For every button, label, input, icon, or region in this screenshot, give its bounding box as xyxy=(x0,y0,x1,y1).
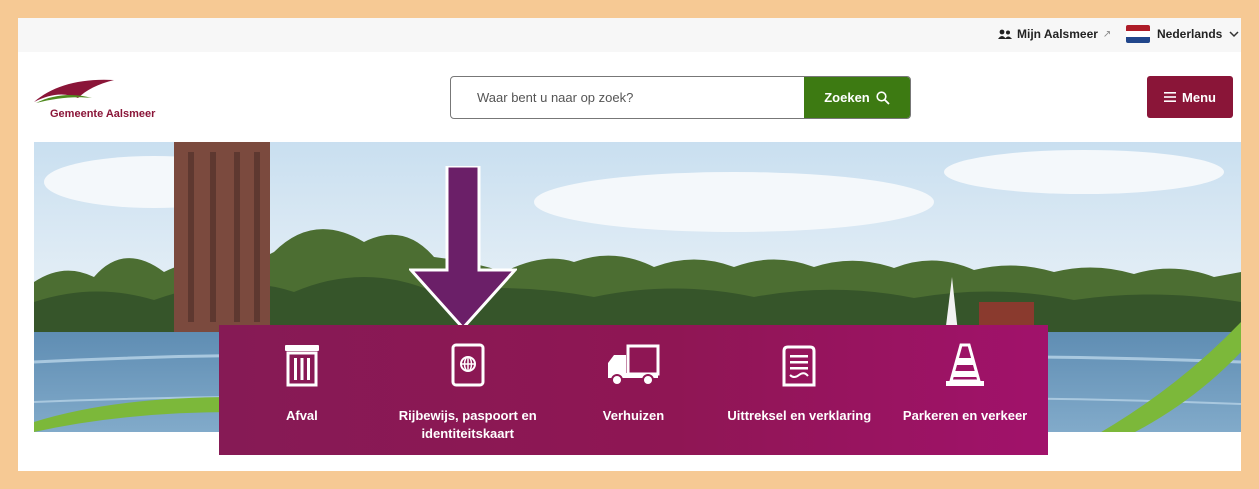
search-button[interactable]: Zoeken xyxy=(804,77,910,118)
trash-bin-icon xyxy=(284,345,319,387)
tile-verhuizen[interactable]: Verhuizen xyxy=(551,325,717,455)
search-input[interactable] xyxy=(451,77,804,118)
logo-text: Gemeente Aalsmeer xyxy=(50,108,156,120)
search-bar: Zoeken xyxy=(450,76,911,119)
passport-icon xyxy=(451,343,485,387)
users-icon xyxy=(998,29,1012,39)
tile-label: Verhuizen xyxy=(602,408,665,423)
top-utility-bar: Mijn Aalsmeer ↗ Nederlands xyxy=(18,18,1241,52)
language-label: Nederlands xyxy=(1157,27,1223,41)
page-frame: Mijn Aalsmeer ↗ Nederlands Gemeente Aals… xyxy=(18,18,1241,471)
tile-label: Rijbewijs, paspoort en identiteitskaart xyxy=(398,408,537,441)
bird-logo-icon xyxy=(34,79,114,103)
mijn-aalsmeer-label: Mijn Aalsmeer xyxy=(1017,27,1098,41)
tile-uittreksel[interactable]: Uittreksel en verklaring xyxy=(716,325,882,455)
gemeente-logo[interactable]: Gemeente Aalsmeer xyxy=(34,76,184,124)
tile-label: Parkeren en verkeer xyxy=(902,408,1028,423)
tile-label: Uittreksel en verklaring xyxy=(727,408,872,423)
traffic-cone-icon xyxy=(946,343,985,386)
tile-afval[interactable]: Afval xyxy=(219,325,385,455)
dutch-flag-icon xyxy=(1126,25,1150,43)
quick-links-panel: Afval Rijbewijs, paspoort en identiteits… xyxy=(219,325,1048,455)
menu-button[interactable]: Menu xyxy=(1147,76,1233,118)
document-icon xyxy=(782,345,816,387)
hamburger-icon xyxy=(1164,92,1177,102)
tile-parkeren[interactable]: Parkeren en verkeer xyxy=(882,325,1048,455)
external-link-icon: ↗ xyxy=(1102,28,1112,40)
moving-truck-icon xyxy=(608,344,660,386)
search-button-label: Zoeken xyxy=(824,90,870,105)
tile-rijbewijs[interactable]: Rijbewijs, paspoort en identiteitskaart xyxy=(385,325,551,455)
menu-label: Menu xyxy=(1182,89,1216,105)
mijn-aalsmeer-link[interactable]: Mijn Aalsmeer ↗ xyxy=(998,27,1111,41)
search-icon xyxy=(876,90,890,105)
language-selector[interactable]: Nederlands xyxy=(1126,25,1239,43)
arrow-down-icon xyxy=(409,166,517,330)
chevron-down-icon xyxy=(1229,30,1239,37)
tile-label: Afval xyxy=(285,408,318,423)
